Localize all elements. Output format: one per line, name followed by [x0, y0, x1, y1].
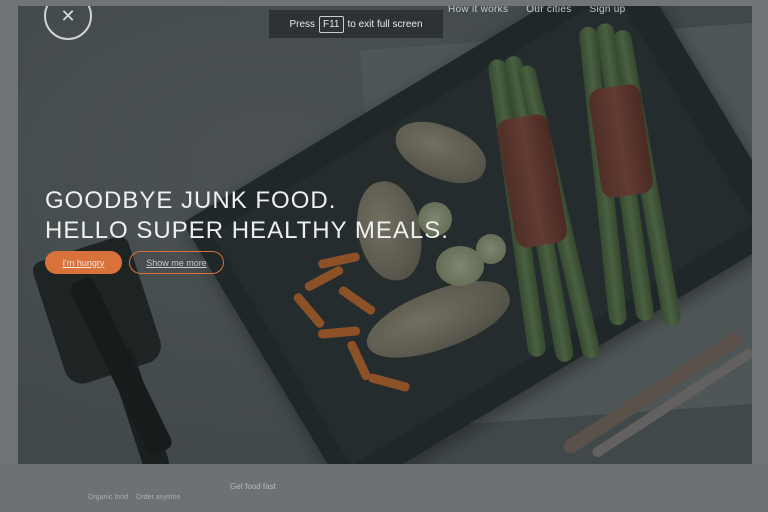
nav-link-how-it-works[interactable]: How it works	[448, 6, 508, 15]
feature-item: Order anytime	[136, 494, 181, 501]
hero-headline: GOODBYE JUNK FOOD. HELLO SUPER HEALTHY M…	[45, 186, 505, 246]
nav-link-our-cities[interactable]: Our cities	[526, 6, 571, 15]
headline-line-2: HELLO SUPER HEALTHY MEALS.	[45, 217, 449, 244]
feature-item: Organic food	[88, 494, 129, 501]
im-hungry-button[interactable]: I'm hungry	[45, 251, 122, 274]
notice-suffix: to exit full screen	[347, 18, 423, 30]
fork-knife-icon: ✕	[60, 6, 76, 26]
notice-prefix: Press	[289, 18, 315, 30]
below-hero-strip: Organic food Order anytime Get food fast	[0, 464, 768, 512]
main-nav: How it works Our cities Sign up	[448, 6, 626, 15]
section-heading: Get food fast	[230, 482, 276, 491]
f11-key: F11	[319, 15, 344, 33]
headline-line-1: GOODBYE JUNK FOOD.	[45, 187, 337, 214]
hero-section: ✕ How it works Our cities Sign up GOODBY…	[18, 6, 752, 464]
nav-link-sign-up[interactable]: Sign up	[590, 6, 626, 15]
show-me-more-button[interactable]: Show me more	[129, 251, 224, 274]
page-viewport: ✕ How it works Our cities Sign up GOODBY…	[0, 0, 768, 512]
fullscreen-exit-notice: Press F11 to exit full screen	[269, 10, 443, 38]
